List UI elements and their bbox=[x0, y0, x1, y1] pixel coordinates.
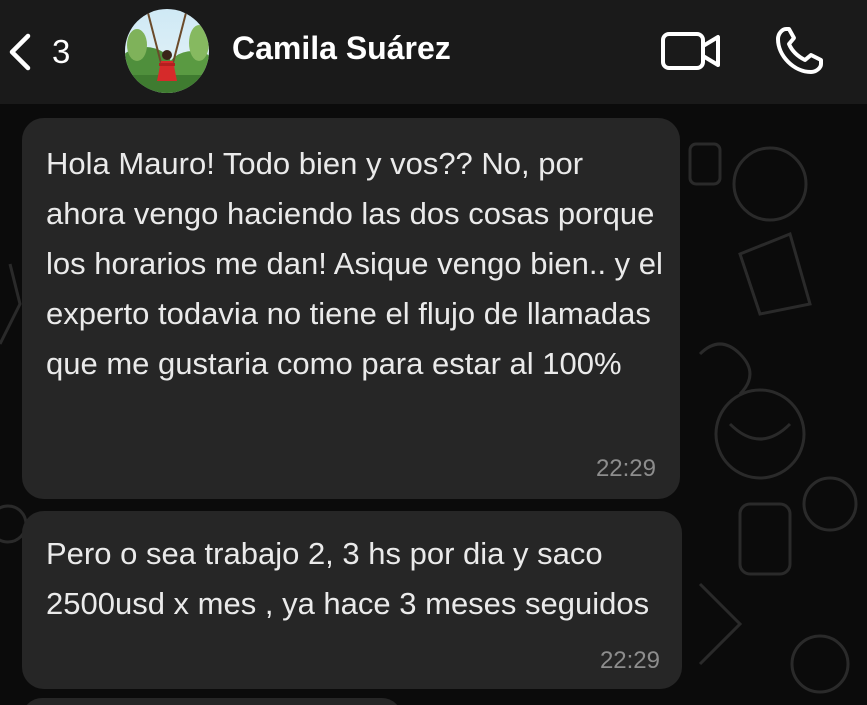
chevron-left-icon bbox=[9, 33, 31, 71]
avatar[interactable] bbox=[125, 9, 209, 93]
message-time: 22:29 bbox=[595, 455, 656, 482]
back-button[interactable]: 3 bbox=[6, 22, 96, 82]
voice-call-button[interactable] bbox=[772, 24, 828, 78]
chat-area[interactable]: Hola Mauro! Todo bien y vos?? No, por ah… bbox=[0, 104, 867, 705]
incoming-message[interactable]: Pero o sea trabajo 2, 3 hs por dia y sac… bbox=[22, 511, 682, 689]
video-call-button[interactable] bbox=[660, 28, 722, 74]
incoming-message-partial[interactable] bbox=[22, 698, 402, 705]
message-text: Hola Mauro! Todo bien y vos?? No, por ah… bbox=[46, 146, 663, 381]
message-time: 22:29 bbox=[599, 647, 660, 674]
unread-count: 3 bbox=[52, 33, 71, 70]
phone-icon bbox=[776, 27, 823, 74]
contact-name[interactable]: Camila Suárez bbox=[232, 30, 451, 67]
profile-photo-icon bbox=[125, 9, 209, 93]
chat-header: 3 Camila Suárez bbox=[0, 0, 867, 104]
video-camera-icon bbox=[661, 32, 720, 70]
incoming-message[interactable]: Hola Mauro! Todo bien y vos?? No, por ah… bbox=[22, 118, 680, 499]
message-text: Pero o sea trabajo 2, 3 hs por dia y sac… bbox=[46, 536, 650, 621]
